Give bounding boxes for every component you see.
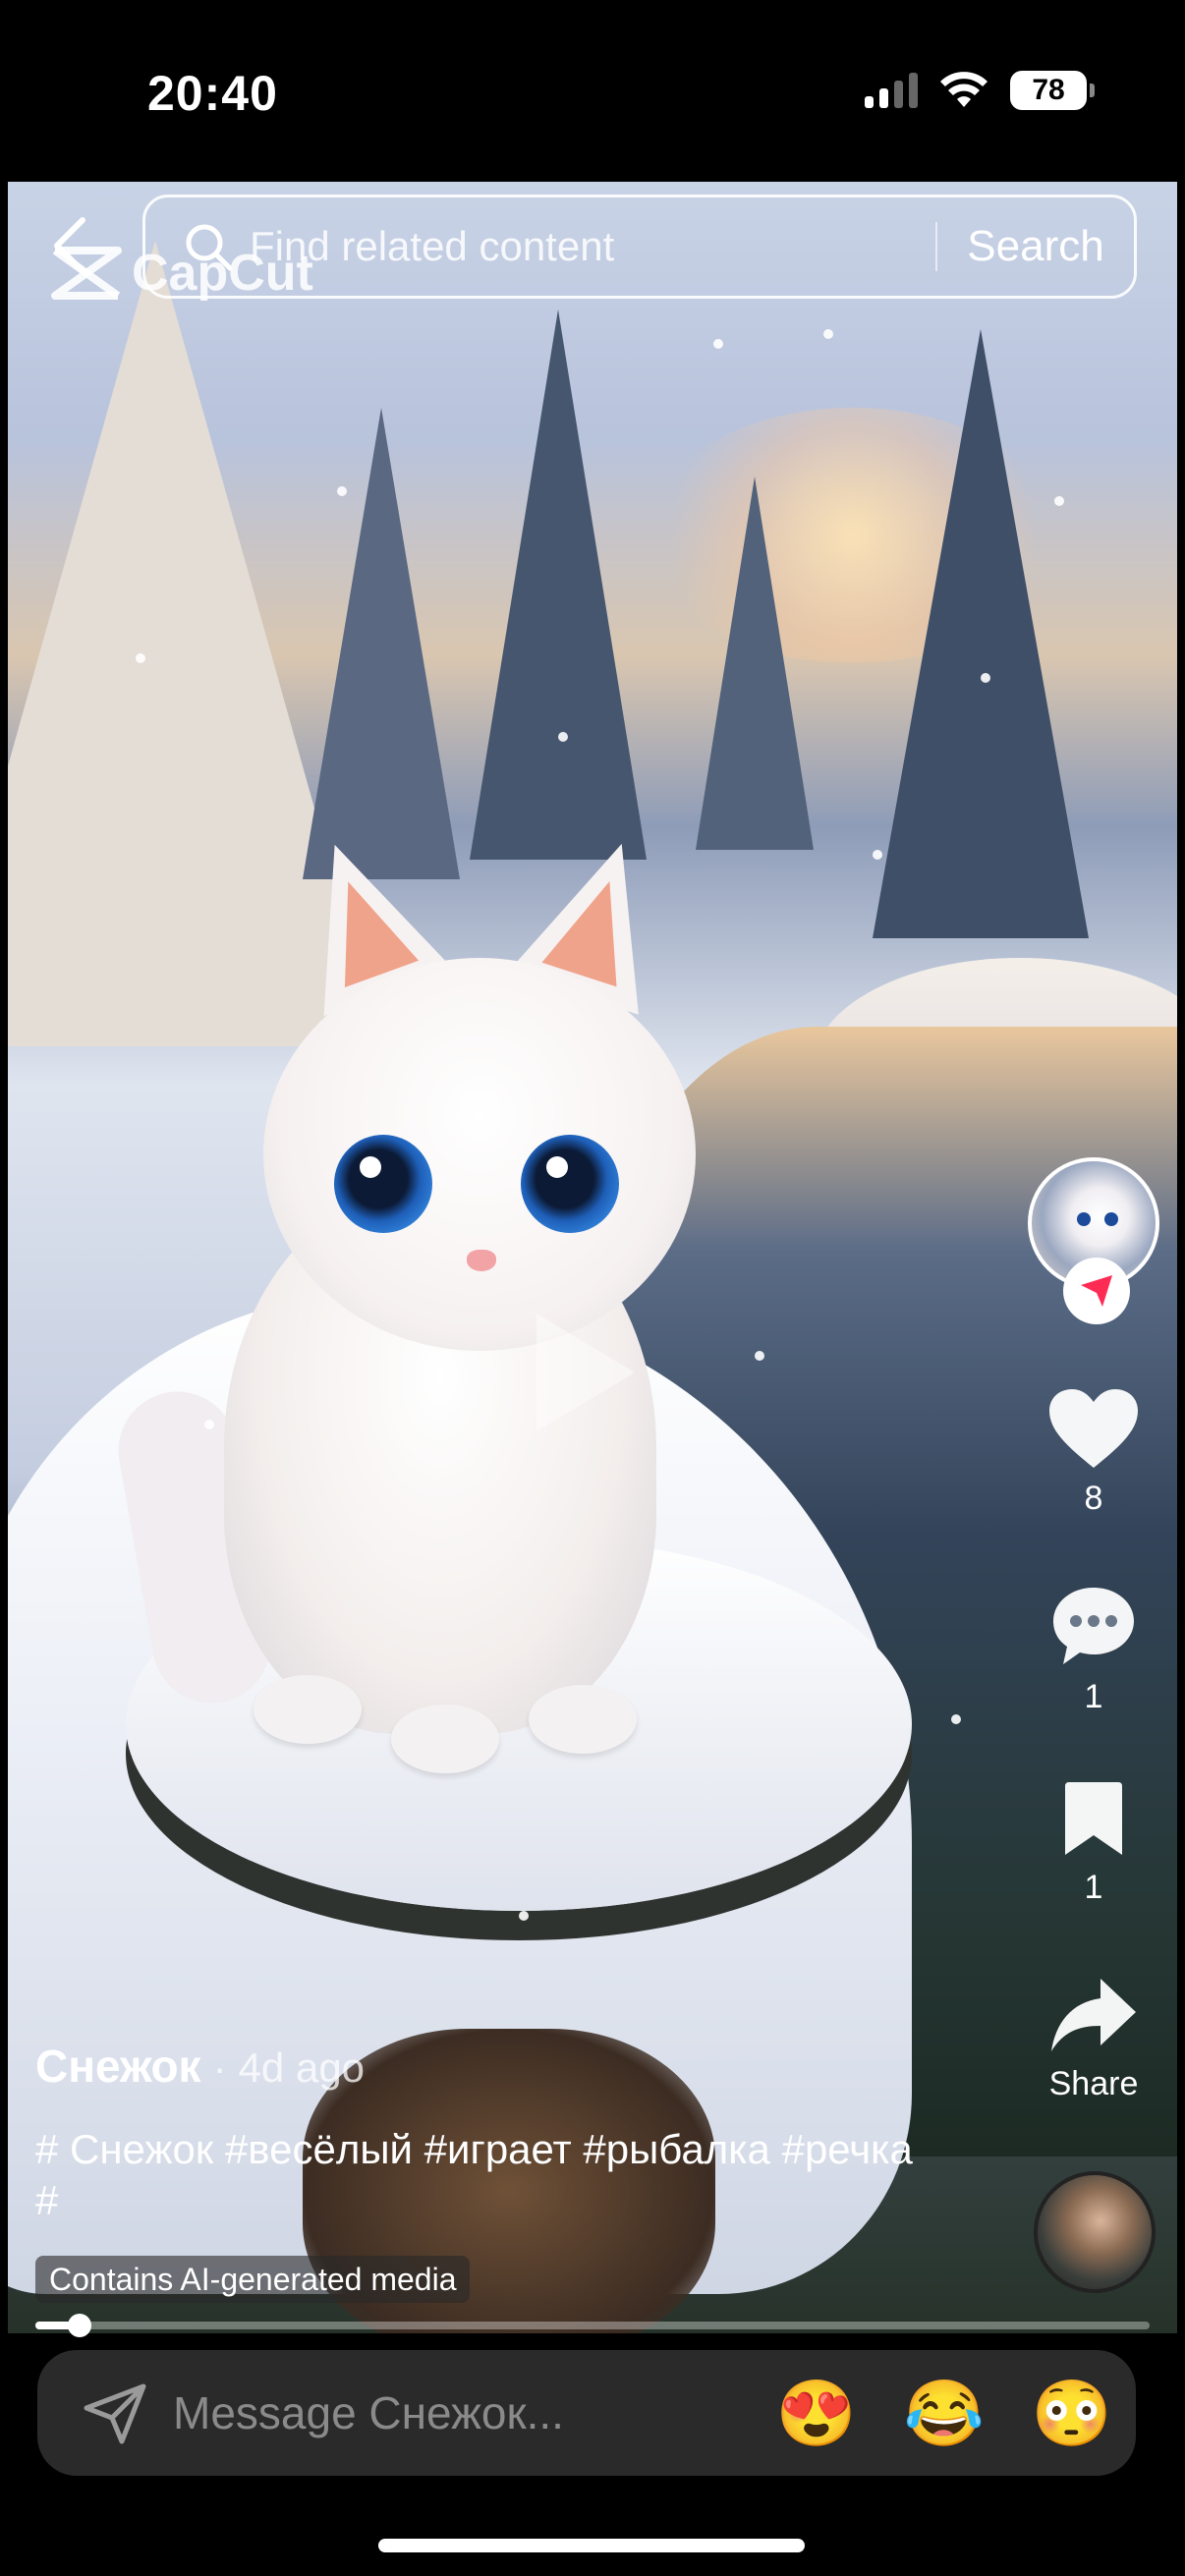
status-time: 20:40 <box>147 66 278 121</box>
message-input[interactable]: Message Снежок... <box>173 2386 753 2439</box>
share-arrow-icon <box>1051 1979 1136 2051</box>
share-label: Share <box>1048 2065 1139 2102</box>
status-bar: 20:40 78 <box>0 0 1185 182</box>
author-row: Снежок · 4d ago <box>35 2040 365 2093</box>
snowflake <box>337 486 347 496</box>
battery-icon: 78 <box>1010 71 1095 110</box>
emoji-tears-of-joy[interactable]: 😂 <box>880 2380 1008 2445</box>
snowflake <box>823 329 833 339</box>
pine-tree <box>873 329 1089 938</box>
snowflake <box>136 653 145 663</box>
capcut-logo-icon <box>51 247 122 300</box>
snowflake <box>873 850 882 860</box>
separator-dot: · <box>212 2044 227 2091</box>
kitten-paw <box>391 1705 499 1773</box>
kitten-eye-left <box>334 1135 432 1233</box>
video-progress-bar[interactable] <box>35 2314 1150 2337</box>
search-button[interactable]: Search <box>937 222 1134 271</box>
like-button[interactable]: 8 <box>1028 1387 1159 1518</box>
snowflake <box>981 673 990 683</box>
video-player[interactable] <box>8 182 1177 2333</box>
kitten-eye-right <box>521 1135 619 1233</box>
home-indicator[interactable] <box>378 2539 805 2552</box>
kitten-nose <box>467 1250 496 1271</box>
snowflake <box>1054 496 1064 506</box>
send-icon <box>84 2383 146 2444</box>
kitten-paw <box>254 1675 362 1744</box>
emoji-heart-eyes[interactable]: 😍 <box>753 2380 880 2445</box>
follow-button[interactable] <box>1063 1258 1130 1324</box>
bookmark-button[interactable]: 1 <box>1028 1780 1159 1907</box>
sound-disc[interactable] <box>1034 2171 1156 2293</box>
hashtags[interactable]: # Снежок #весёлый #играет #рыбалка #речк… <box>35 2124 920 2226</box>
search-icon <box>186 224 233 271</box>
kitten-head <box>263 958 696 1351</box>
bookmark-icon <box>1065 1782 1122 1855</box>
status-icons: 78 <box>865 71 1095 110</box>
search-bar[interactable]: Find related content Search <box>142 195 1137 299</box>
comment-count: 1 <box>1084 1678 1103 1715</box>
snowflake <box>519 1911 529 1921</box>
bookmark-count: 1 <box>1084 1869 1103 1906</box>
post-time: 4d ago <box>238 2044 366 2091</box>
snowflake <box>755 1351 764 1361</box>
snowflake <box>951 1714 961 1724</box>
comment-button[interactable]: 1 <box>1028 1584 1159 1716</box>
author-name[interactable]: Снежок <box>35 2040 201 2093</box>
white-kitten <box>109 771 804 1852</box>
comment-icon <box>1053 1588 1134 1664</box>
kitten-paw <box>529 1685 637 1754</box>
heart-icon <box>1049 1389 1138 1468</box>
message-bar[interactable]: Message Снежок... 😍 😂 😳 <box>37 2350 1136 2476</box>
like-count: 8 <box>1084 1480 1103 1517</box>
send-arrow-icon <box>1081 1275 1112 1307</box>
avatar-detail <box>1077 1212 1091 1226</box>
cellular-signal-icon <box>865 73 918 108</box>
wifi-icon <box>940 72 988 107</box>
avatar-detail <box>1104 1212 1118 1226</box>
snowflake <box>204 1420 214 1429</box>
search-input[interactable]: Find related content <box>250 223 935 270</box>
share-button[interactable]: Share <box>1028 1975 1159 2103</box>
snowflake <box>713 339 723 349</box>
progress-scrubber[interactable] <box>68 2314 92 2337</box>
ai-generated-label[interactable]: Contains AI-generated media <box>35 2256 471 2303</box>
snowflake <box>558 732 568 742</box>
emoji-flushed[interactable]: 😳 <box>1008 2380 1136 2445</box>
play-icon[interactable] <box>536 1314 635 1431</box>
